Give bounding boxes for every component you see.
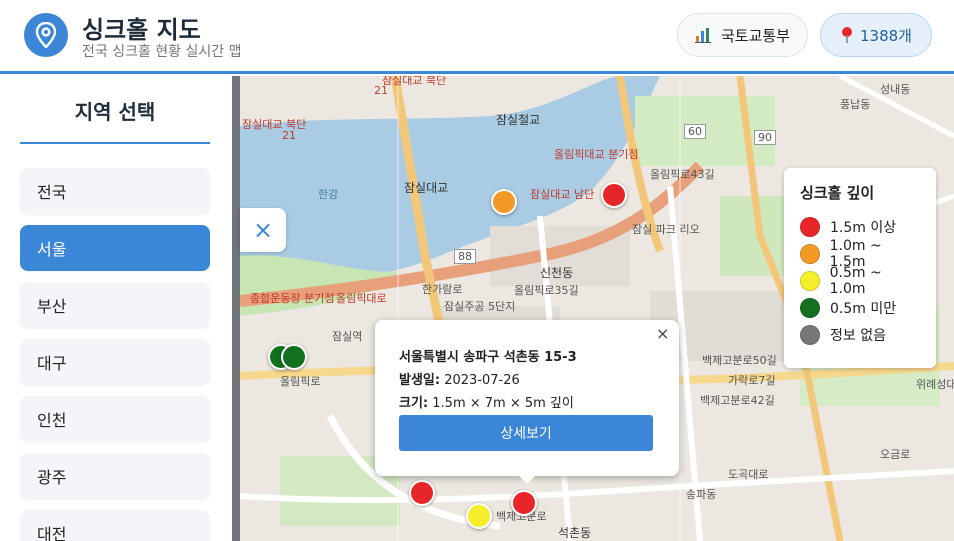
map-label: 풍납동 [840,98,871,111]
legend-item: 1.0m ~ 1.5m [800,238,920,270]
app-header: 싱크홀 지도 전국 싱크홀 현황 실시간 맵 국토교통부 1388개 [0,0,954,74]
map-label: 올림픽대교 분기점 [554,148,639,161]
count-label: 1388개 [860,26,912,45]
map-label: 송파동 [686,488,717,501]
region-item-seoul[interactable]: 서울 [20,225,210,271]
legend-item: 정보 없음 [800,321,920,348]
map-label: 가락로7길 [728,374,776,387]
ministry-label: 국토교통부 [720,26,790,45]
green-dot-icon [800,297,820,318]
map-label: 한강 [318,188,339,201]
region-item-daejeon[interactable]: 대전 [20,510,210,541]
bar-chart-icon [694,28,711,43]
map-label: 21 [282,129,296,142]
sinkhole-marker-red[interactable] [601,182,627,208]
legend-label: 0.5m ~ 1.0m [829,264,882,297]
legend-item: 0.5m 미만 [800,294,920,321]
legend-item: 1.5m 이상 [800,213,920,240]
sinkhole-info-popup: 서울특별시 송파구 석촌동 15-3 발생일: 2023-07-26 크기: 1… [375,320,679,476]
red-dot-icon [800,216,820,237]
location-pin-icon [24,13,68,57]
map-label: 도곡대로 [728,468,769,481]
map-label: 잠실대교 남단 [530,188,595,201]
depth-legend: 싱크홀 깊이 1.5m 이상 1.0m ~ 1.5m 0.5m ~ 1.0m 0… [784,168,936,368]
region-item-busan[interactable]: 부산 [20,282,210,328]
popup-address: 서울특별시 송파구 석촌동 15-3 [399,350,577,365]
popup-size: 크기: 1.5m × 7m × 5m 깊이 [399,396,574,411]
map-label: 잠실철교 [496,113,541,127]
popup-close-icon[interactable]: × [656,324,669,343]
region-item-nationwide[interactable]: 전국 [20,168,210,214]
close-panel-button[interactable]: × [240,208,286,252]
legend-label: 정보 없음 [830,327,886,344]
region-item-daegu[interactable]: 대구 [20,339,210,385]
sidebar-resize-handle[interactable] [232,76,240,541]
map-label: 오금로 [880,448,911,461]
ministry-button[interactable]: 국토교통부 [677,13,808,57]
sinkhole-marker-red[interactable] [511,490,537,516]
map-label: 올림픽로 [280,375,321,388]
road-shield: 60 [684,124,706,139]
popup-pointer [517,474,537,484]
yellow-dot-icon [800,270,820,291]
region-item-gwangju[interactable]: 광주 [20,453,210,499]
sidebar-divider [20,142,210,144]
map-label: 잠실대교 북단 [242,118,307,131]
road-shield: 88 [454,249,476,264]
sidebar-heading: 지역 선택 [74,100,156,124]
detail-button[interactable]: 상세보기 [399,415,653,451]
map-label: 백제고분로42길 [700,394,775,407]
map-label: 잠실 파크 리오 [632,223,700,236]
gray-dot-icon [800,324,820,345]
sinkhole-marker-orange[interactable] [491,189,517,215]
road-shield: 90 [754,130,776,145]
map-label: 신천동 [540,266,574,280]
map-label: 종합운동장 분기점 [250,292,335,305]
page-title: 싱크홀 지도 [82,16,201,44]
map-label: 한가람로 [422,283,463,296]
map-label: 성내동 [880,83,911,96]
sinkhole-marker-red[interactable] [409,480,435,506]
legend-title: 싱크홀 깊이 [800,184,875,202]
page-subtitle: 전국 싱크홀 현황 실시간 맵 [82,44,242,60]
region-item-incheon[interactable]: 인천 [20,396,210,442]
sinkhole-count-button[interactable]: 1388개 [820,13,932,57]
map-label: 백제고분로50길 [702,354,777,367]
map-label: 잠실대교 [404,181,449,195]
map-label: 잠실역 [332,330,363,343]
map-label: 석촌동 [558,526,592,540]
legend-label: 0.5m 미만 [830,300,897,317]
map-label: 올림픽대로 [336,292,387,305]
sinkhole-marker-green[interactable] [281,344,307,370]
pushpin-icon [842,27,852,43]
map-label: 잠실주공 5단지 [444,300,516,313]
region-sidebar: 지역 선택 전국 서울 부산 대구 인천 광주 대전 [0,76,232,541]
popup-date: 발생일: 2023-07-26 [399,373,520,388]
map-label: 21 [374,84,388,97]
map-label: 올림픽로43길 [650,168,715,181]
orange-dot-icon [800,243,820,264]
legend-item: 0.5m ~ 1.0m [800,264,920,297]
legend-label: 1.5m 이상 [830,219,897,236]
map-label: 올림픽로35길 [514,284,579,297]
sinkhole-marker-yellow[interactable] [466,503,492,529]
map-label: 잠실대교 북단 [382,76,447,87]
map-label: 위례성대로 [916,378,954,391]
